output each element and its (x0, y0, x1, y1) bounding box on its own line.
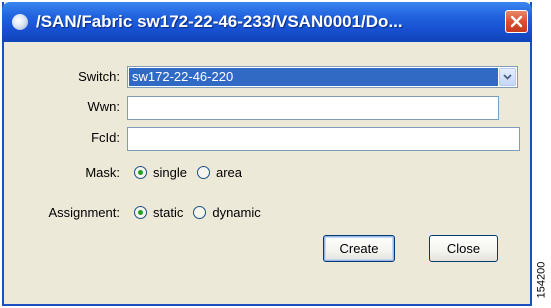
assignment-radio-group: static dynamic (134, 205, 271, 220)
fcid-label: FcId: (91, 130, 120, 145)
assignment-dynamic-label: dynamic (212, 205, 261, 220)
window-title: /SAN/Fabric sw172-22-46-233/VSAN0001/Do.… (36, 12, 403, 31)
assignment-dynamic-radio[interactable] (193, 206, 207, 219)
switch-selected-value: sw172-22-46-220 (129, 68, 498, 86)
mask-radio-group: single area (134, 165, 252, 180)
fcid-input[interactable] (127, 127, 520, 151)
switch-dropdown[interactable]: sw172-22-46-220 (127, 66, 518, 88)
title-bar[interactable]: /SAN/Fabric sw172-22-46-233/VSAN0001/Do.… (2, 2, 532, 42)
assignment-label: Assignment: (48, 205, 120, 220)
app-icon (12, 14, 28, 30)
mask-label: Mask: (85, 165, 120, 180)
wwn-label: Wwn: (87, 99, 121, 114)
switch-label: Switch: (78, 69, 120, 84)
switch-dropdown-button[interactable] (499, 68, 516, 86)
mask-area-radio[interactable] (196, 166, 210, 179)
radio-selected-dot (138, 210, 143, 215)
close-icon (510, 15, 523, 28)
mask-area-label: area (215, 165, 242, 180)
figure-id: 154200 (534, 255, 548, 305)
dialog-window: /SAN/Fabric sw172-22-46-233/VSAN0001/Do.… (2, 2, 532, 306)
close-window-button[interactable] (505, 10, 528, 33)
mask-single-label: single (153, 165, 187, 180)
assignment-static-radio[interactable] (134, 206, 147, 219)
create-button[interactable]: Create (323, 235, 395, 262)
close-button[interactable]: Close (429, 235, 498, 262)
assignment-static-label: static (153, 205, 184, 220)
wwn-input[interactable] (127, 96, 499, 120)
radio-selected-dot (138, 170, 143, 175)
mask-single-radio[interactable] (134, 166, 147, 179)
figure-id-text: 154200 (535, 261, 547, 299)
chevron-down-icon (503, 74, 512, 80)
